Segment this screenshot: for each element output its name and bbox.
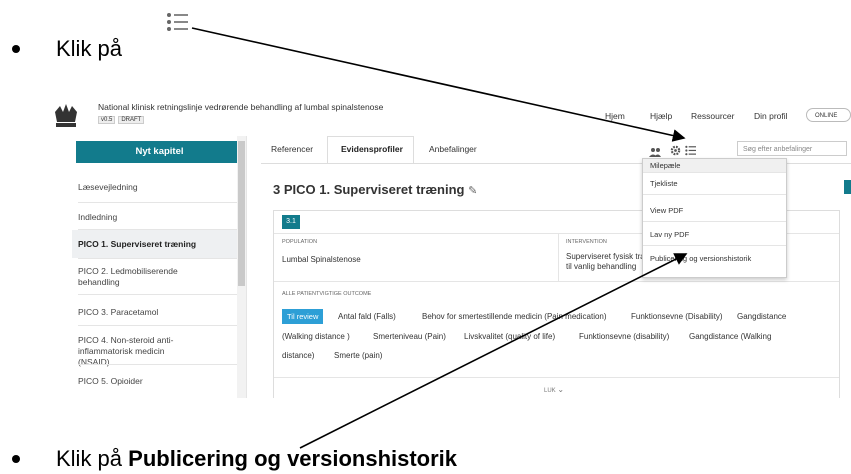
outcome-pain-medication: Behov for smertestillende medicin (Pain …: [422, 312, 607, 321]
dropdown-item-new-pdf[interactable]: Lav ny PDF: [643, 224, 786, 246]
online-toggle[interactable]: ONLINE: [806, 108, 851, 122]
bullet-1: [12, 45, 20, 53]
dropdown-item-publishing-history[interactable]: Publicering og versionshistorik: [643, 248, 786, 270]
instruction-2: Klik på Publicering og versionshistorik: [56, 446, 458, 471]
instruction-1: Klik på: [56, 36, 123, 61]
card-bottom-line: [274, 377, 839, 378]
dropdown-item-checklist[interactable]: Tjekliste: [643, 173, 786, 195]
sidebar-item-pico2[interactable]: PICO 2. Ledmobiliserende behandling: [78, 266, 198, 288]
sidebar-item-reading-guide[interactable]: Læsevejledning: [78, 182, 243, 193]
review-badge[interactable]: Til review: [282, 309, 324, 324]
nav-help[interactable]: Hjælp: [650, 111, 672, 121]
top-bar: National klinisk retningslinje vedrørend…: [46, 96, 851, 136]
card-mid-line: [274, 281, 839, 282]
outcome-walking-distance: (Walking distance ): [282, 332, 350, 341]
question-badge: 3.1: [282, 215, 300, 229]
nav-profile[interactable]: Din profil: [754, 111, 788, 121]
intervention-value-line2: til vanlig behandling: [566, 262, 637, 271]
sidebar: Nyt kapitel Læsevejledning Indledning PI…: [46, 136, 247, 398]
outcome-falls: Antal fald (Falls): [338, 312, 396, 321]
divider: [78, 202, 243, 203]
app-title: National klinisk retningslinje vedrørend…: [98, 102, 384, 112]
outcome-disability: Funktionsevne (Disability): [631, 312, 723, 321]
section-accent-marker: [844, 180, 851, 194]
dropdown-item-view-pdf[interactable]: View PDF: [643, 200, 786, 222]
column-divider: [558, 233, 559, 281]
sidebar-item-pico1[interactable]: PICO 1. Superviseret træning: [72, 230, 243, 258]
outcome-pain: Smerte (pain): [334, 351, 383, 360]
nav-home[interactable]: Hjem: [605, 111, 625, 121]
outcome-walking-2: Gangdistance (Walking: [689, 332, 772, 341]
outcome-walking: Gangdistance: [737, 312, 787, 321]
dropdown-item-milestones[interactable]: Milepæle: [643, 159, 786, 173]
outcome-quality-of-life: Livskvalitet (quality of life): [464, 332, 556, 341]
new-chapter-button[interactable]: Nyt kapitel: [76, 141, 243, 163]
population-value: Lumbal Spinalstenose: [282, 255, 361, 264]
population-label: POPULATION: [282, 239, 318, 245]
divider: [78, 364, 243, 365]
outcome-pain-level: Smerteniveau (Pain): [373, 332, 446, 341]
tab-references[interactable]: Referencer: [271, 144, 313, 154]
section-title: 3 PICO 1. Superviseret træning ✎: [273, 182, 478, 197]
sidebar-item-introduction[interactable]: Indledning: [78, 212, 243, 223]
intervention-label: INTERVENTION: [566, 239, 607, 245]
scrollbar-thumb[interactable]: [238, 141, 245, 286]
sidebar-item-pico5[interactable]: PICO 5. Opioider: [78, 376, 243, 387]
search-input[interactable]: Søg efter anbefalinger: [737, 141, 847, 156]
divider: [78, 325, 243, 326]
list-menu-icon: [166, 10, 190, 39]
version-tag: v0.5 DRAFT: [98, 116, 145, 124]
options-dropdown: Milepæle Tjekliste View PDF Lav ny PDF P…: [642, 158, 787, 278]
nav-resources[interactable]: Ressourcer: [691, 111, 734, 121]
outcome-disability-2: Funktionsevne (disability): [579, 332, 670, 341]
outcome-distance: distance): [282, 351, 315, 360]
tab-evidence-profiles[interactable]: Evidensprofiler: [341, 144, 403, 154]
edit-pencil-icon[interactable]: ✎: [468, 185, 477, 197]
chevron-down-icon: ⌄: [557, 385, 565, 394]
outcome-label: ALLE PATIENTVIGTIGE OUTCOME: [282, 291, 372, 297]
tab-recommendations[interactable]: Anbefalinger: [429, 144, 477, 154]
crown-logo-icon: [52, 102, 80, 135]
divider: [78, 294, 243, 295]
sidebar-item-pico3[interactable]: PICO 3. Paracetamol: [78, 307, 243, 318]
bullet-2: [12, 455, 20, 463]
divider: [78, 258, 243, 259]
close-button[interactable]: LUK ⌄: [544, 385, 564, 394]
